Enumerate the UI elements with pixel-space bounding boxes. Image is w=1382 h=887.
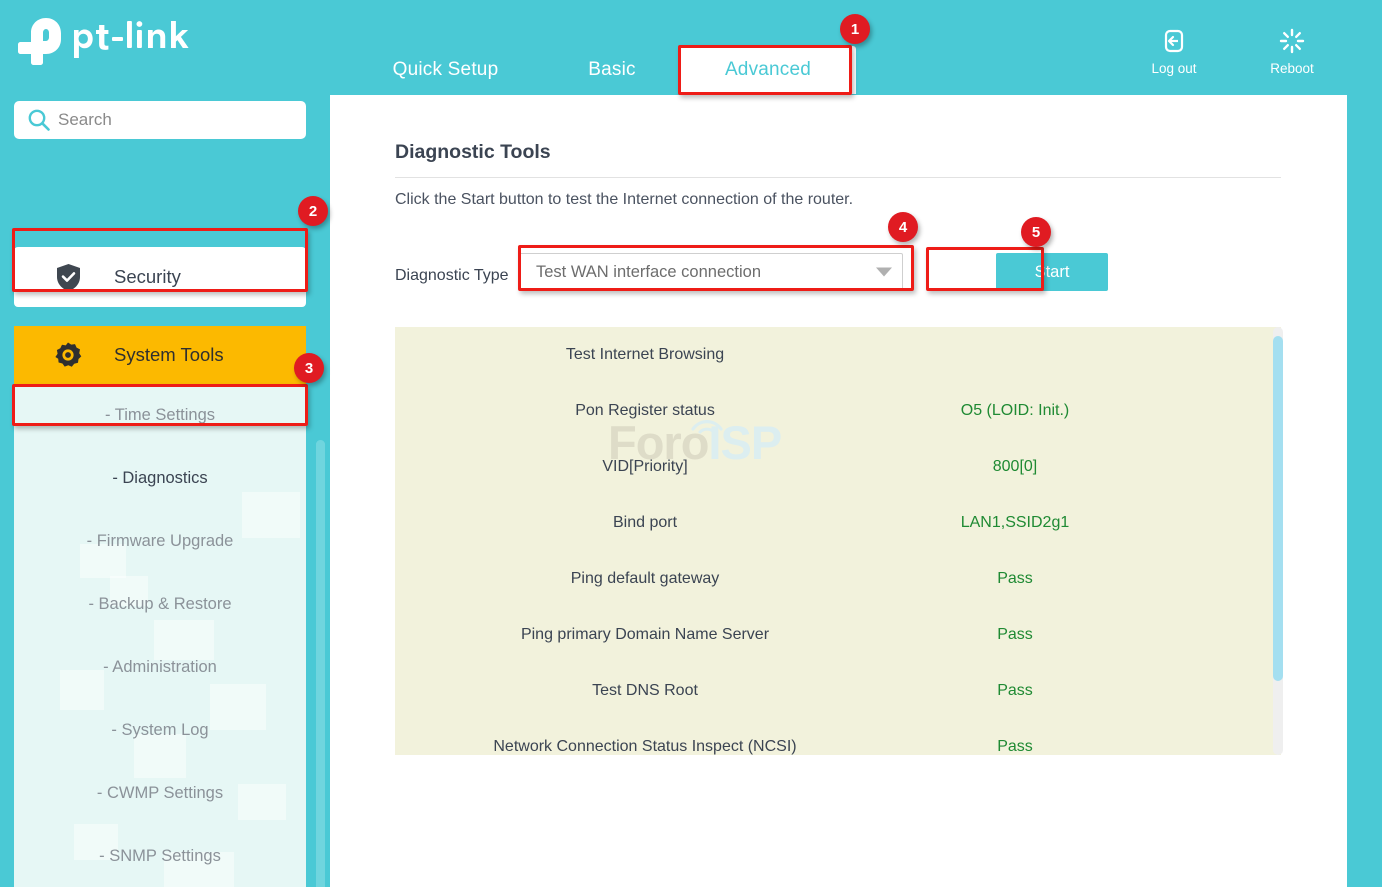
- result-row: Ping default gateway Pass: [395, 551, 1281, 607]
- result-row: Network Connection Status Inspect (NCSI)…: [395, 719, 1281, 755]
- sidebar-submenu: - Time Settings - Diagnostics - Firmware…: [14, 384, 306, 887]
- sidebar: Security System Tools - Time S: [0, 95, 330, 887]
- sidebar-item-diagnostics[interactable]: - Diagnostics: [14, 447, 306, 510]
- result-value: Pass: [997, 738, 1033, 755]
- diagnostic-type-label: Diagnostic Type: [395, 267, 509, 284]
- diagnostic-type-select[interactable]: Test WAN interface connection: [519, 253, 903, 291]
- top-header: Quick Setup Basic Advanced Log out Reboo…: [0, 0, 1382, 95]
- sidebar-item-time-settings[interactable]: - Time Settings: [14, 384, 306, 447]
- result-label: Ping primary Domain Name Server: [520, 626, 770, 643]
- result-label: Bind port: [612, 514, 678, 531]
- sidebar-scrollbar-thumb[interactable]: [316, 440, 325, 887]
- result-value: LAN1,SSID2g1: [960, 514, 1070, 531]
- sidebar-item-system-tools[interactable]: System Tools: [14, 326, 306, 384]
- main-nav-tabs: Quick Setup Basic Advanced: [330, 0, 1010, 95]
- logout-icon: [1160, 26, 1188, 56]
- result-label: Ping default gateway: [570, 570, 720, 587]
- chevron-down-icon: [876, 267, 892, 277]
- title-divider: [395, 177, 1281, 178]
- diagnostic-form-row: Diagnostic Type Test WAN interface conne…: [395, 253, 1285, 305]
- tab-advanced[interactable]: Advanced: [680, 46, 856, 94]
- annotation-badge-2: 2: [298, 196, 328, 226]
- result-value: Pass: [997, 682, 1033, 699]
- sidebar-item-system-log[interactable]: - System Log: [14, 699, 306, 762]
- annotation-badge-3: 3: [294, 353, 324, 383]
- result-label: VID[Priority]: [602, 458, 688, 475]
- header-actions: Log out Reboot: [1139, 26, 1327, 76]
- sidebar-item-security[interactable]: Security: [14, 247, 306, 307]
- result-value: O5 (LOID: Init.): [960, 402, 1070, 419]
- result-row: Ping primary Domain Name Server Pass: [395, 607, 1281, 663]
- shield-icon: [55, 263, 82, 292]
- result-label: Network Connection Status Inspect (NCSI): [493, 738, 797, 755]
- result-label: Pon Register status: [575, 402, 715, 419]
- annotation-badge-5: 5: [1021, 217, 1051, 247]
- start-button[interactable]: Start: [996, 253, 1108, 291]
- reboot-label: Reboot: [1270, 61, 1314, 76]
- search-input[interactable]: [58, 110, 273, 130]
- page-title: Diagnostic Tools: [395, 141, 551, 163]
- result-label: Test DNS Root: [592, 682, 698, 699]
- sidebar-item-cwmp-settings[interactable]: - CWMP Settings: [14, 762, 306, 825]
- gear-icon: [54, 341, 82, 369]
- result-row: Bind port LAN1,SSID2g1: [395, 495, 1281, 551]
- annotation-badge-4: 4: [888, 212, 918, 242]
- result-row: Test DNS Root Pass: [395, 663, 1281, 719]
- result-row: Test Internet Browsing: [395, 327, 1281, 383]
- result-value: 800[0]: [992, 458, 1038, 475]
- sidebar-item-system-tools-label: System Tools: [114, 344, 224, 365]
- result-value: Pass: [997, 570, 1033, 587]
- result-row: VID[Priority] 800[0]: [395, 439, 1281, 495]
- diagnostic-type-value: Test WAN interface connection: [536, 262, 761, 281]
- diagnostic-results-panel: ForoISP Test Internet Browsing Pon Regis…: [395, 327, 1281, 755]
- router-admin-page: Quick Setup Basic Advanced Log out Reboo…: [0, 0, 1382, 887]
- search-icon: [26, 107, 52, 133]
- tab-quick-setup[interactable]: Quick Setup: [358, 46, 533, 94]
- sidebar-item-administration[interactable]: - Administration: [14, 636, 306, 699]
- logout-button[interactable]: Log out: [1139, 26, 1209, 76]
- reboot-button[interactable]: Reboot: [1257, 26, 1327, 76]
- page-description: Click the Start button to test the Inter…: [395, 191, 854, 208]
- result-row: Pon Register status O5 (LOID: Init.): [395, 383, 1281, 439]
- logout-label: Log out: [1151, 61, 1197, 76]
- main-content: Diagnostic Tools Click the Start button …: [330, 95, 1347, 887]
- result-value: Pass: [997, 626, 1033, 643]
- tab-basic[interactable]: Basic: [542, 46, 682, 94]
- result-label: Test Internet Browsing: [565, 346, 725, 363]
- sidebar-item-security-label: Security: [114, 266, 181, 287]
- search-box[interactable]: [14, 101, 306, 139]
- sidebar-item-firmware-upgrade[interactable]: - Firmware Upgrade: [14, 510, 306, 573]
- annotation-badge-1: 1: [840, 14, 870, 44]
- sidebar-item-backup-restore[interactable]: - Backup & Restore: [14, 573, 306, 636]
- sidebar-item-snmp-settings[interactable]: - SNMP Settings: [14, 825, 306, 887]
- tp-link-logo: [14, 12, 194, 68]
- reboot-icon: [1278, 26, 1306, 56]
